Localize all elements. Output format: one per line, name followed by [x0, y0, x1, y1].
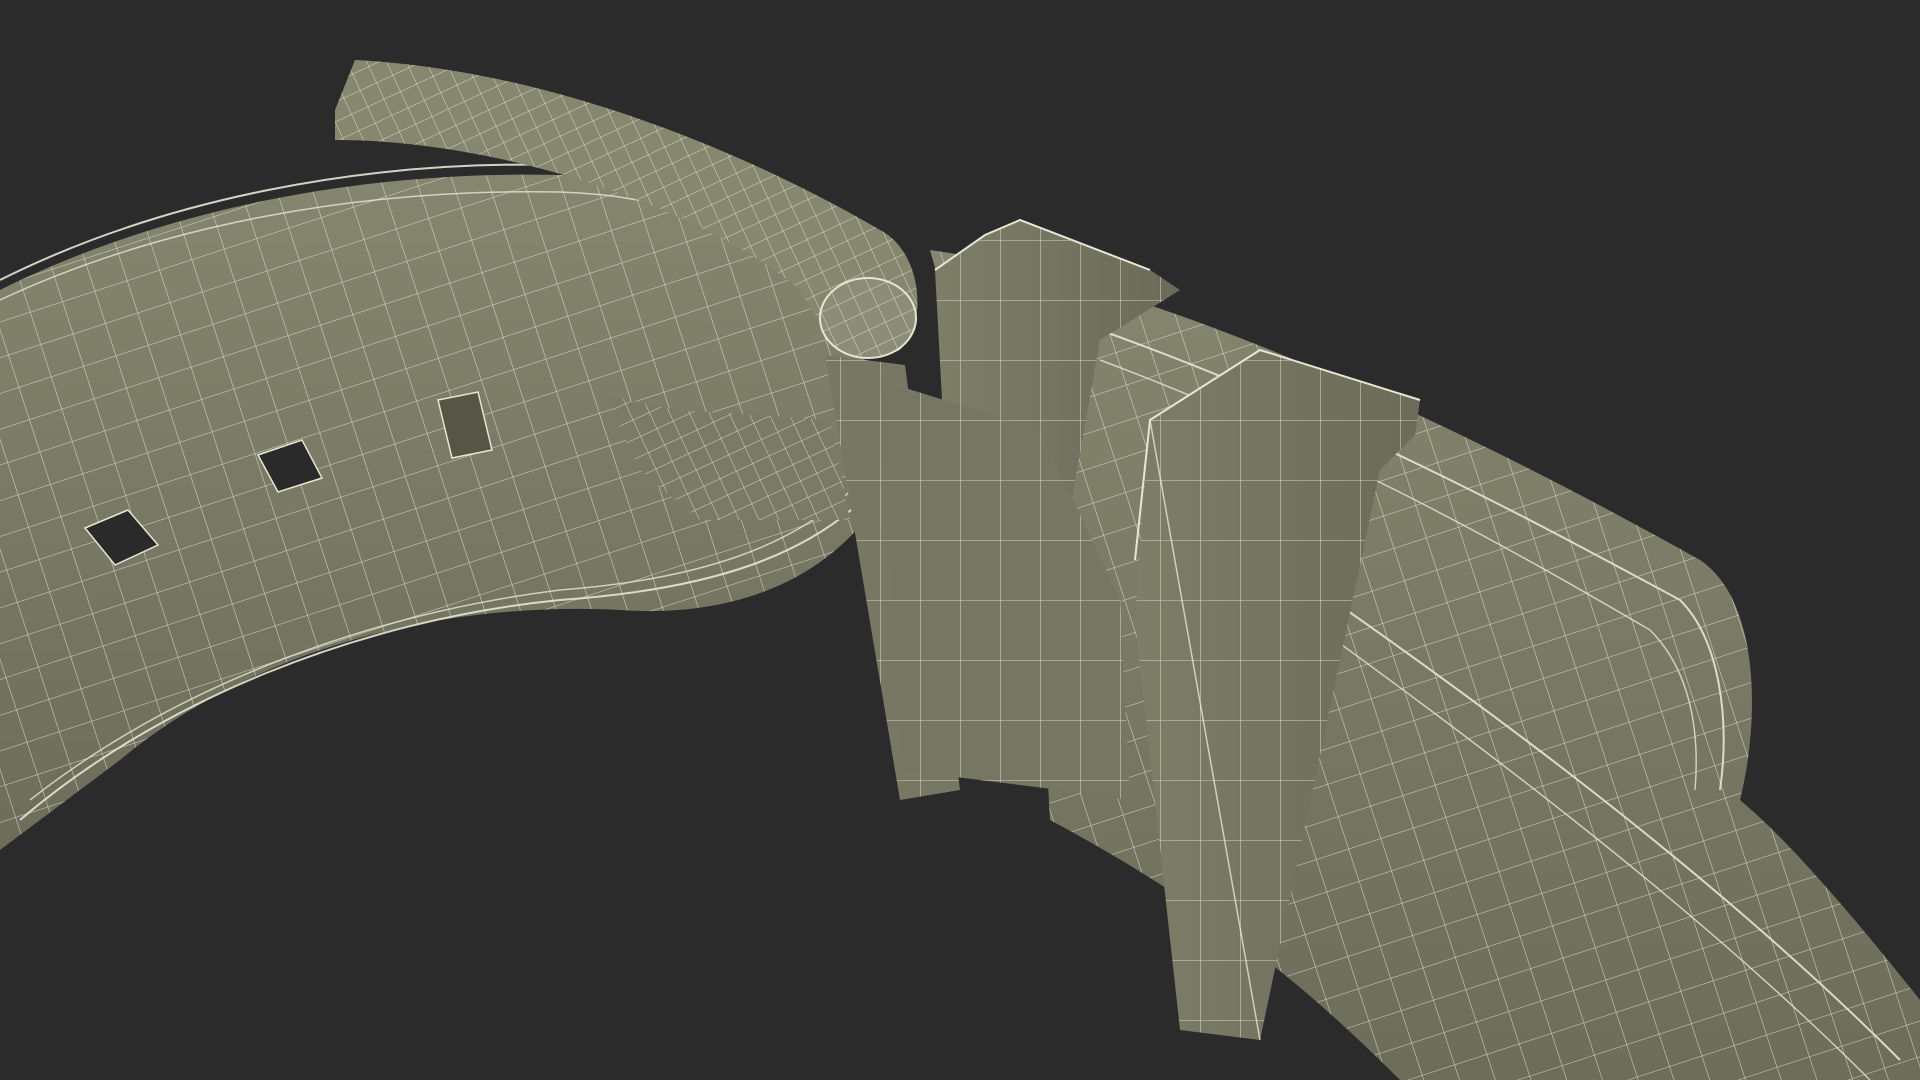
render-viewport — [0, 0, 1920, 1080]
belt-wireframe-render — [0, 60, 1920, 1080]
